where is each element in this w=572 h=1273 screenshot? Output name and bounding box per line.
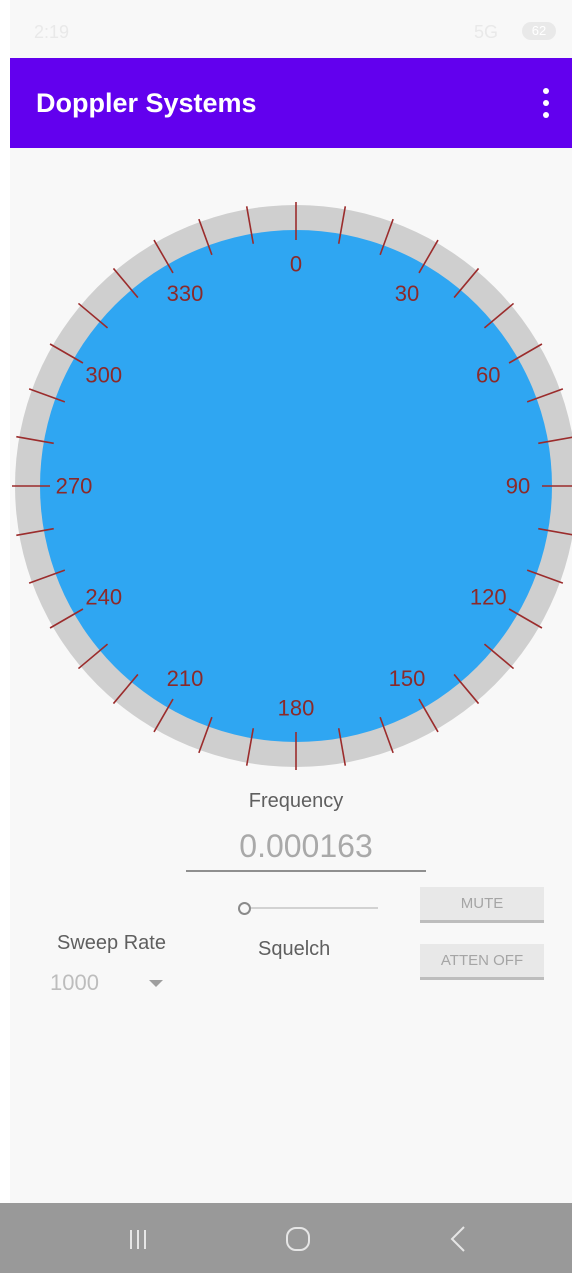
phone-screen: 2:19 5G 62 Doppler Systems 0 30 60 90 120 150… xyxy=(10,0,572,1273)
dial-label: 300 xyxy=(85,363,122,388)
frequency-value[interactable]: 0.000163 xyxy=(186,828,426,865)
squelch-slider[interactable] xyxy=(238,898,378,918)
dial-label: 60 xyxy=(476,363,500,388)
dial-label: 120 xyxy=(470,585,507,610)
app-bar: Doppler Systems xyxy=(10,58,572,148)
status-time: 2:19 xyxy=(34,22,70,42)
app-title: Doppler Systems xyxy=(36,88,257,118)
dial-label: 30 xyxy=(395,281,419,306)
sweep-rate-label: Sweep Rate xyxy=(57,932,166,954)
dial-label: 150 xyxy=(389,666,426,691)
status-bar: 2:19 5G 62 xyxy=(10,0,572,58)
atten-button[interactable]: ATTEN OFF xyxy=(420,944,544,980)
home-icon[interactable] xyxy=(268,1219,328,1259)
dial-label: 270 xyxy=(56,474,93,499)
dial-label: 330 xyxy=(167,281,204,306)
dial-label: 0 xyxy=(290,252,302,277)
squelch-slider-thumb[interactable] xyxy=(238,902,251,915)
frequency-label: Frequency xyxy=(248,790,344,812)
dial-label: 240 xyxy=(85,585,122,610)
sweep-rate-select[interactable]: 1000 xyxy=(48,968,178,1000)
dial-label: 210 xyxy=(167,666,204,691)
dial-face xyxy=(40,230,552,742)
back-icon[interactable] xyxy=(428,1219,488,1259)
dial-label: 90 xyxy=(506,474,530,499)
squelch-slider-track xyxy=(250,907,378,909)
frequency-underline xyxy=(186,870,426,872)
mute-button[interactable]: MUTE xyxy=(420,887,544,923)
battery-icon: 62 xyxy=(522,22,556,40)
overflow-menu-icon[interactable] xyxy=(536,88,556,118)
direction-dial: 0 30 60 90 120 150 180 210 240 270 300 330 xyxy=(12,202,572,770)
dial-label: 180 xyxy=(278,696,315,721)
sweep-rate-value: 1000 xyxy=(50,970,99,995)
recent-apps-icon[interactable] xyxy=(108,1219,168,1259)
navigation-bar xyxy=(0,1203,572,1273)
squelch-label: Squelch xyxy=(258,938,331,960)
dropdown-arrow-icon xyxy=(149,980,163,987)
network-indicator: 5G xyxy=(473,22,498,42)
